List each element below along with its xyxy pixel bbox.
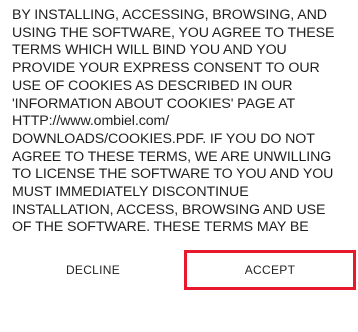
terms-line: BY INSTALLING, ACCESSING, BROWSING, AND (12, 7, 327, 23)
terms-text: BY INSTALLING, ACCESSING, BROWSING, AND … (0, 0, 358, 237)
terms-line: HTTP://www.ombiel.com/ (12, 113, 170, 130)
decline-button[interactable]: DECLINE (24, 250, 162, 290)
terms-line: USING THE SOFTWARE, YOU AGREE TO THESE (12, 24, 335, 41)
terms-line: PROVIDE YOUR EXPRESS CONSENT TO OUR (12, 60, 320, 77)
terms-line: TERMS WHICH WILL BIND YOU AND YOU (12, 42, 287, 59)
terms-dialog: BY INSTALLING, ACCESSING, BROWSING, AND … (0, 0, 358, 332)
terms-line: TO LICENSE THE SOFTWARE TO YOU AND YOU (12, 166, 334, 183)
decline-button-label: DECLINE (65, 263, 121, 277)
accept-button[interactable]: ACCEPT (184, 250, 356, 290)
terms-line: DOWNLOADS/COOKIES.PDF. IF YOU DO NOT (12, 130, 315, 147)
accept-button-label: ACCEPT (244, 263, 296, 277)
scroll-fade-overlay (0, 236, 358, 250)
terms-line: 'INFORMATION ABOUT COOKIES' PAGE AT (12, 95, 296, 112)
terms-line: USE OF COOKIES AS DESCRIBED IN OUR (12, 77, 293, 94)
terms-scroll-area[interactable]: BY INSTALLING, ACCESSING, BROWSING, AND … (0, 0, 358, 246)
terms-line: OF THE SOFTWARE. THESE TERMS MAY BE (12, 219, 309, 236)
terms-line: MUST IMMEDIATELY DISCONTINUE (12, 184, 249, 201)
terms-line: AGREE TO THESE TERMS, WE ARE UNWILLING (12, 148, 332, 165)
dialog-button-row: DECLINE ACCEPT (0, 250, 358, 292)
terms-line: INSTALLATION, ACCESS, BROWSING AND USE (12, 201, 326, 218)
